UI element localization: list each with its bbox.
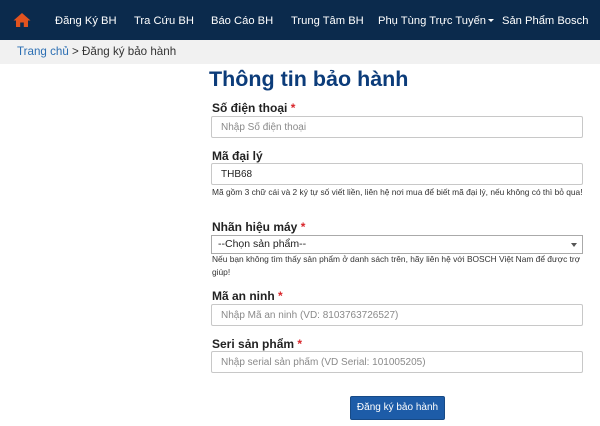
dealer-code-input[interactable] [211,163,583,185]
security-code-label-text: Mã an ninh [212,289,275,303]
nav-item-online-parts[interactable]: Phụ Tùng Trực Tuyến [378,0,495,40]
serial-input[interactable] [211,351,583,373]
phone-label-text: Số điện thoại [212,101,288,115]
brand-label: Nhãn hiệu máy * [212,220,305,234]
brand-select-value: --Chọn sản phẩm-- [218,238,307,250]
caret-down-icon [488,18,495,22]
required-mark: * [297,337,303,351]
top-navbar: Đăng Ký BH Tra Cứu BH Báo Cáo BH Trung T… [0,0,600,40]
brand-help: Nếu bạn không tìm thấy sản phẩm ở danh s… [212,254,581,277]
nav-item-warranty-registration[interactable]: Đăng Ký BH [55,0,117,40]
breadcrumb: Trang chủ > Đăng ký bảo hành [0,40,600,64]
phone-label: Số điện thoại * [212,101,295,115]
nav-item-online-parts-label: Phụ Tùng Trực Tuyến [378,15,487,27]
brand-select[interactable]: --Chọn sản phẩm-- [211,235,583,254]
phone-input[interactable] [211,116,583,138]
page-title: Thông tin bảo hành [209,67,409,91]
dealer-code-help: Mã gồm 3 chữ cái và 2 ký tự số viết liền… [212,187,583,197]
nav-item-warranty-center[interactable]: Trung Tâm BH [291,0,364,40]
breadcrumb-current: Đăng ký bảo hành [82,45,177,58]
brand-label-text: Nhãn hiệu máy [212,220,298,234]
required-mark: * [300,220,306,234]
security-code-label: Mã an ninh * [212,289,283,303]
required-mark: * [290,101,296,115]
nav-item-warranty-lookup[interactable]: Tra Cứu BH [134,0,194,40]
nav-item-bosch-products[interactable]: Sản Phẩm Bosch [502,0,588,40]
required-mark: * [278,289,283,303]
security-code-input[interactable] [211,304,583,326]
serial-label-text: Seri sản phẩm [212,337,295,351]
submit-warranty-button[interactable]: Đăng ký bảo hành [350,396,445,420]
home-icon[interactable] [12,11,32,29]
breadcrumb-separator: > [72,45,79,58]
dealer-code-label: Mã đại lý [212,149,263,163]
dropdown-arrow-icon [571,243,577,247]
nav-item-warranty-report[interactable]: Báo Cáo BH [211,0,273,40]
breadcrumb-home-link[interactable]: Trang chủ [17,45,69,58]
serial-label: Seri sản phẩm * [212,337,302,351]
